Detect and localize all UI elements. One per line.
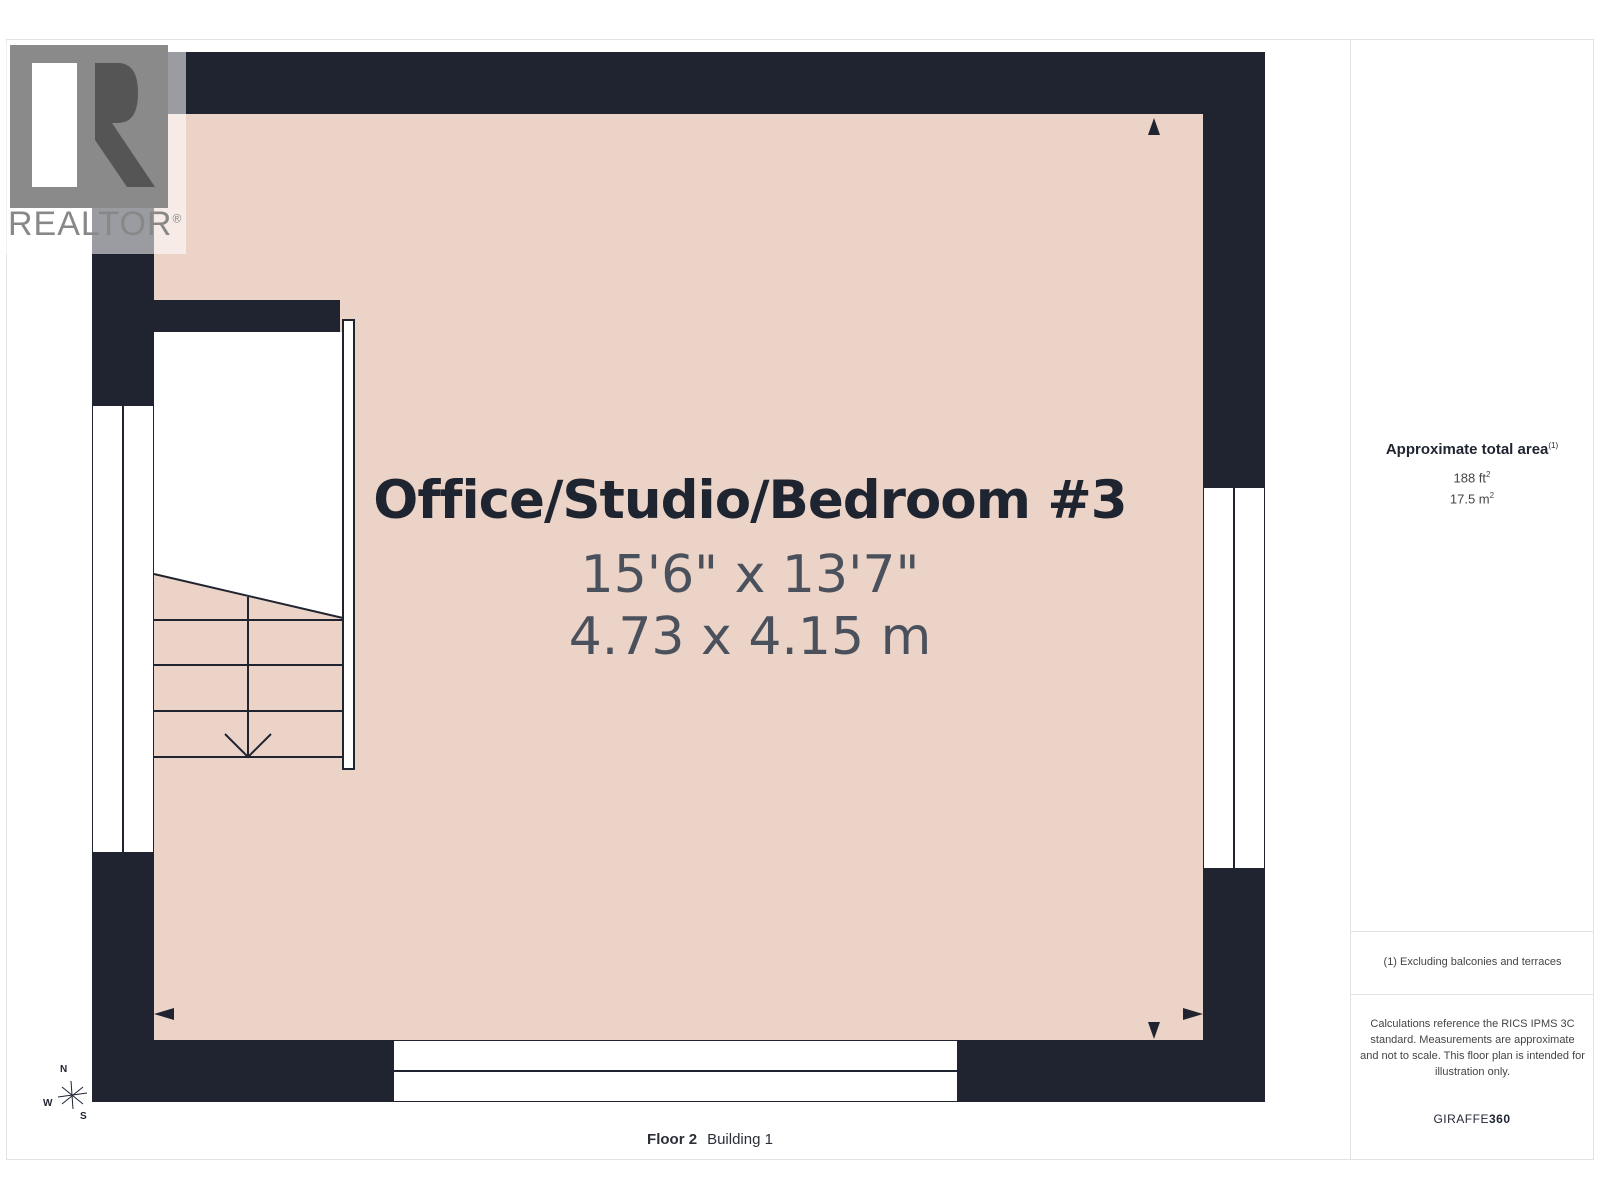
building-name: Building 1 (707, 1131, 773, 1148)
area-footnote: (1) Excluding balconies and terraces (1383, 956, 1562, 968)
total-area-m: 17.5 m2 (1449, 491, 1495, 507)
room-dimensions-imperial: 15'6" x 13'7" (580, 545, 920, 605)
window-bottom (394, 1041, 957, 1101)
room-dimensions-metric: 4.73 x 4.15 m (568, 607, 932, 667)
floor-label: Floor 2 Building 1 (560, 1131, 860, 1148)
floor-number: Floor 2 (647, 1131, 698, 1148)
stair-railing (342, 319, 355, 770)
total-area-title: Approximate total area(1) (1385, 441, 1559, 458)
window-right (1204, 488, 1264, 868)
brand-logo: GIRAFFE360 (1433, 1112, 1511, 1126)
compass-south-label: S (80, 1111, 87, 1122)
compass-west-label: W (43, 1098, 53, 1109)
compass-north-label: N (60, 1064, 68, 1075)
stair-wall (154, 300, 340, 332)
total-area-ft: 188 ft2 (1453, 470, 1491, 486)
disclaimer-text: Calculations reference the RICS IPMS 3C … (1360, 1018, 1585, 1078)
room-name: Office/Studio/Bedroom #3 (373, 470, 1127, 531)
realtor-logo-text: REALTOR® (8, 205, 183, 243)
window-left (93, 406, 153, 852)
